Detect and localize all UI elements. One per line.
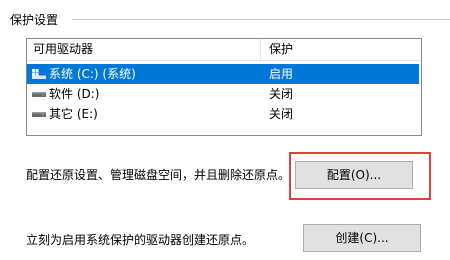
- configure-button[interactable]: 配置(O)...: [295, 161, 413, 189]
- drive-protection-status: 启用: [269, 67, 294, 81]
- drive-row-c[interactable]: 系统 (C:) (系统) 启用: [27, 64, 419, 84]
- drive-row-e[interactable]: 其它 (E:) 关闭: [27, 104, 419, 124]
- create-description: 立刻为启用系统保护的驱动器创建还原点。: [26, 233, 255, 247]
- group-divider: [72, 19, 450, 20]
- drive-protection-status: 关闭: [269, 107, 294, 121]
- drive-name: 其它 (E:): [49, 107, 98, 121]
- protection-settings-title: 保护设置: [10, 11, 65, 28]
- drive-name: 软件 (D:): [49, 87, 100, 101]
- create-button[interactable]: 创建(C)...: [303, 224, 421, 252]
- column-header-protection[interactable]: 保护: [261, 39, 421, 60]
- system-drive-icon: [32, 69, 46, 79]
- drive-row-d[interactable]: 软件 (D:) 关闭: [27, 84, 419, 104]
- column-header-drive[interactable]: 可用驱动器: [27, 39, 261, 60]
- drive-name: 系统 (C:) (系统): [49, 67, 136, 81]
- drive-icon: [32, 92, 46, 97]
- available-drives-list[interactable]: 可用驱动器 保护 系统 (C:) (系统) 启用 软件 (D:) 关闭 其它 (…: [26, 38, 422, 136]
- list-header: 可用驱动器 保护: [27, 39, 421, 61]
- drive-protection-status: 关闭: [269, 87, 294, 101]
- configure-description: 配置还原设置、管理磁盘空间，并且删除还原点。: [26, 168, 291, 182]
- drive-icon: [32, 112, 46, 117]
